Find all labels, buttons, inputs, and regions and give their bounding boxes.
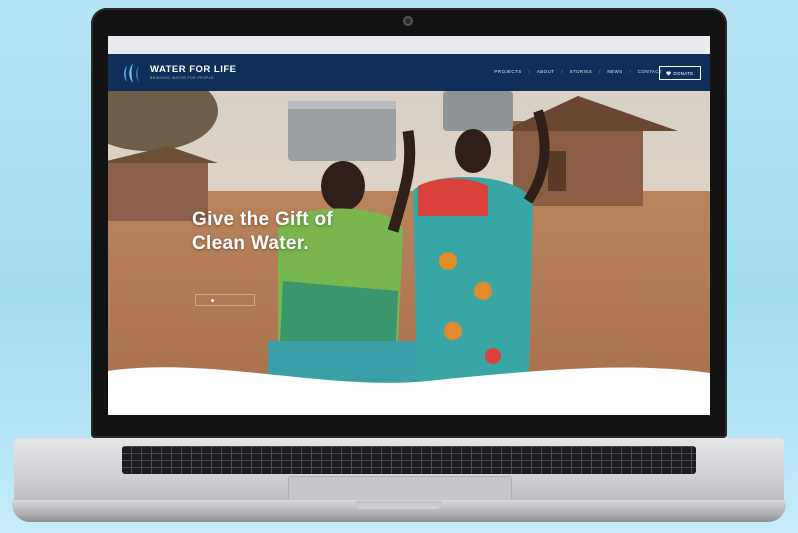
brand-tagline: BRINGING WATER FOR PEOPLE <box>150 76 214 80</box>
hero-title-line-1: Give the Gift of <box>192 209 333 230</box>
hero-section: Give the Gift of Clean Water. <box>108 91 710 415</box>
hero-title-line-2: Clean Water. <box>192 233 309 254</box>
nav-separator: / <box>629 69 631 74</box>
laptop-trackpad <box>288 476 512 502</box>
button-dot-icon <box>211 298 214 302</box>
donate-label: DONATE <box>673 70 694 76</box>
browser-top-strip <box>108 36 710 54</box>
nav-news[interactable]: NEWS <box>607 69 622 74</box>
nav-stories[interactable]: STORIES <box>570 69 592 74</box>
laptop-screen: WATER FOR LIFE BRINGING WATER FOR PEOPLE… <box>108 36 710 415</box>
laptop-keyboard <box>122 446 696 474</box>
heart-icon <box>666 71 672 75</box>
main-nav: PROJECTS / ABOUT / STORIES / NEWS / CONT… <box>494 69 662 74</box>
camera-icon <box>403 16 413 26</box>
hero-cta-button[interactable] <box>195 294 255 306</box>
nav-separator: / <box>561 69 563 74</box>
site-header: WATER FOR LIFE BRINGING WATER FOR PEOPLE… <box>108 54 710 91</box>
nav-separator: / <box>528 69 530 74</box>
nav-separator: / <box>599 69 601 74</box>
nav-projects[interactable]: PROJECTS <box>494 69 521 74</box>
water-drops-icon[interactable] <box>121 61 145 85</box>
hero-title: Give the Gift of Clean Water. <box>192 208 333 256</box>
nav-about[interactable]: ABOUT <box>537 69 555 74</box>
donate-button[interactable]: DONATE <box>659 66 701 80</box>
laptop-notch <box>356 501 442 509</box>
brand-name[interactable]: WATER FOR LIFE <box>150 64 237 75</box>
